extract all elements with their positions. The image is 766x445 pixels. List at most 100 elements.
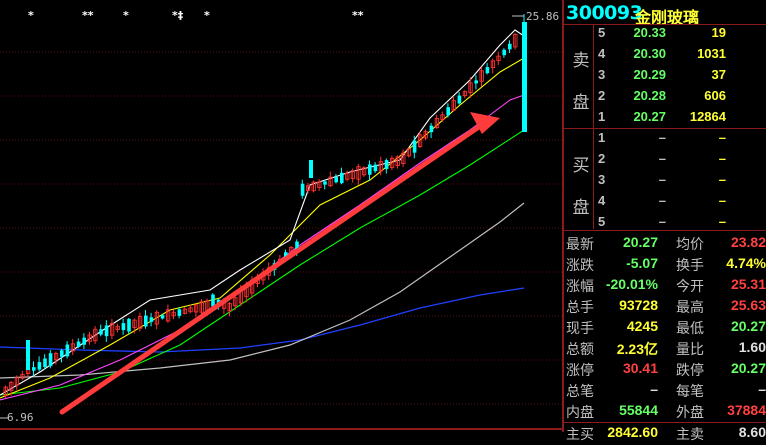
stat-label: 内盘 — [566, 404, 594, 420]
order-volume: – — [718, 130, 726, 145]
candlesticks — [3, 14, 527, 398]
order-level: 3 — [598, 67, 606, 82]
buy-label: 盘 — [572, 198, 590, 217]
stat-row: 现手 4245 最低 20.27 — [566, 318, 766, 339]
order-price: 20.29 — [633, 67, 666, 82]
candle-body — [99, 329, 103, 335]
stat-value: 4.74% — [726, 255, 766, 271]
buy-order-row[interactable]: 2 – – — [598, 151, 766, 171]
candle-body — [340, 172, 344, 184]
sell-order-row[interactable]: 2 20.28 606 — [598, 88, 766, 108]
candle-body — [373, 164, 378, 172]
stat-label: 最新 — [566, 236, 594, 252]
chart-marker: *‡ — [172, 9, 184, 22]
buy-order-row[interactable]: 4 – – — [598, 193, 766, 213]
stat-label: 总手 — [566, 299, 594, 315]
candle-body — [412, 140, 417, 153]
stat-value: – — [758, 381, 766, 397]
stat-value: – — [650, 381, 658, 397]
order-price: 20.30 — [633, 46, 666, 61]
sell-order-row[interactable]: 3 20.29 37 — [598, 67, 766, 87]
candle-body — [65, 344, 70, 357]
stat-value: 20.27 — [622, 234, 658, 250]
stat-value: 20.27 — [730, 360, 766, 376]
stat-value: -20.01% — [605, 276, 658, 292]
order-volume: 37 — [711, 67, 726, 82]
sell-order-row[interactable]: 5 20.33 19 — [598, 25, 766, 45]
candle-body — [32, 367, 36, 371]
chart-marker: * — [204, 9, 210, 22]
quote-panel: 300093 金刚玻璃 卖 盘 5 20.33 19 4 20.30 1031 3 20.29… — [562, 0, 766, 442]
sell-label: 盘 — [572, 93, 590, 112]
stat-label: 涨跌 — [566, 257, 594, 273]
buy-order-row[interactable]: 5 – – — [598, 214, 766, 234]
stat-label: 换手 — [676, 257, 704, 273]
stat-label: 最低 — [676, 320, 704, 336]
candle-body — [60, 350, 64, 357]
candle-body — [522, 22, 527, 132]
stat-value: 30.41 — [622, 360, 658, 376]
chart-marker: * — [28, 9, 34, 22]
candle-body — [127, 318, 131, 332]
sell-order-row[interactable]: 1 20.27 12864 — [598, 109, 766, 129]
sell-order-row[interactable]: 4 20.30 1031 — [598, 46, 766, 66]
order-price: – — [658, 214, 666, 229]
order-price: – — [658, 193, 666, 208]
candle-body — [429, 125, 434, 133]
order-level: 1 — [598, 130, 606, 145]
low-price-label: 6.96 — [7, 411, 34, 424]
chart-grid — [0, 51, 562, 430]
order-level: 2 — [598, 151, 606, 166]
chart-marker: * — [123, 9, 129, 22]
candle-body — [37, 362, 42, 370]
stat-label: 今开 — [676, 278, 704, 294]
order-level: 1 — [598, 109, 606, 124]
stat-row: 涨停 30.41 跌停 20.27 — [566, 360, 766, 381]
stat-row: 涨跌 -5.07 换手 4.74% — [566, 255, 766, 276]
buy-label: 买 — [572, 156, 590, 175]
divider — [564, 230, 766, 231]
order-volume: 19 — [711, 25, 726, 40]
stat-label: 均价 — [676, 236, 704, 252]
ma-line — [0, 94, 525, 401]
stat-row: 最新 20.27 均价 23.82 — [566, 234, 766, 255]
order-price: – — [658, 151, 666, 166]
candle-body — [309, 160, 313, 178]
candle-body — [334, 177, 338, 183]
buy-order-row[interactable]: 3 – – — [598, 172, 766, 192]
stat-value: 55844 — [619, 402, 658, 418]
candle-body — [82, 337, 86, 345]
high-price-label: 25.86 — [526, 10, 559, 23]
candle-body — [160, 315, 165, 319]
stat-row: 总额 2.23亿 量比 1.60 — [566, 339, 766, 360]
stat-label: 涨停 — [566, 362, 594, 378]
candle-body — [48, 353, 53, 367]
stat-label: 涨幅 — [566, 278, 594, 294]
stat-value: 2.23亿 — [616, 341, 658, 357]
stat-label: 总笔 — [566, 383, 594, 399]
divider — [593, 24, 594, 229]
trend-arrow — [59, 112, 500, 415]
candle-body — [384, 160, 389, 169]
order-price: – — [658, 130, 666, 145]
order-volume: – — [718, 151, 726, 166]
buy-order-row[interactable]: 1 – – — [598, 130, 766, 150]
chart-marker: ** — [82, 9, 94, 22]
stat-value: 25.63 — [730, 297, 766, 313]
kline-chart[interactable]: * ** * *‡ * ** 25.86 6.96 — [0, 0, 562, 432]
candle-body — [211, 294, 215, 307]
candle-body — [26, 340, 30, 370]
candle-body — [485, 67, 490, 74]
stat-label: 每笔 — [676, 383, 704, 399]
order-volume: 12864 — [689, 109, 726, 124]
footer-row: 主买 2842.60 主卖 8.60 — [566, 424, 766, 445]
order-price: 20.28 — [633, 88, 666, 103]
order-level: 2 — [598, 88, 606, 103]
candle-body — [474, 80, 478, 84]
order-level: 5 — [598, 214, 606, 229]
order-level: 4 — [598, 193, 606, 208]
candle-body — [104, 325, 109, 337]
stat-label: 总额 — [566, 341, 594, 357]
candle-body — [300, 183, 305, 196]
candle-body — [508, 43, 512, 50]
